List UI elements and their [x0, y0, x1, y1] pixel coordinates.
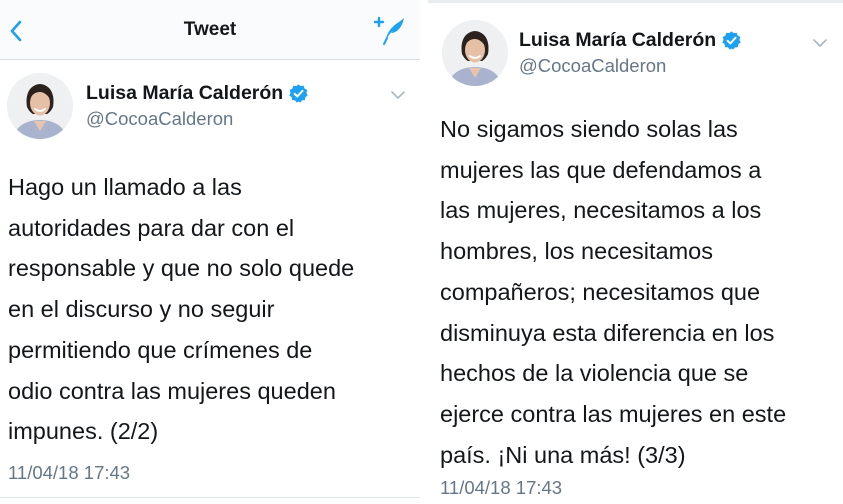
- profile-photo: [7, 73, 73, 139]
- page-title: Tweet: [183, 19, 237, 40]
- tweet-text-line: disminuya esta diferencia en los: [440, 319, 775, 346]
- top-navigation-bar: Tweet: [0, 0, 420, 60]
- chevron-down-icon[interactable]: [390, 90, 406, 100]
- tweet-text-line: Hago un llamado a las: [8, 174, 242, 200]
- tweet-text-line: impunes. (2/2): [8, 418, 159, 445]
- profile-photo: [442, 20, 508, 86]
- tweet-text-line: hechos de la violencia que se: [440, 360, 749, 387]
- tweet-text-line: permitiendo que crímenes de: [8, 336, 313, 363]
- divider: [428, 0, 843, 3]
- chevron-down-icon[interactable]: [812, 38, 828, 48]
- tweet-text-line: país. ¡Ni una más! (3/3): [440, 441, 686, 468]
- tweet-text-line: responsable y que no solo quede: [8, 255, 355, 282]
- author-handle[interactable]: @CocoaCalderon: [519, 55, 666, 77]
- compose-tweet-button[interactable]: [372, 14, 406, 46]
- tweet-text-line: mujeres las que defendamos a: [440, 156, 762, 183]
- author-handle[interactable]: @CocoaCalderon: [86, 108, 233, 130]
- compose-tweet-icon: [373, 16, 404, 45]
- tweet-timestamp[interactable]: 11/04/18 17:43: [440, 477, 562, 499]
- verified-badge-icon: [289, 84, 308, 103]
- avatar[interactable]: [442, 20, 508, 86]
- tweet-text-line: en el discurso y no seguir: [8, 296, 275, 323]
- tweet-text-line: No sigamos siendo solas las: [440, 116, 738, 142]
- panel-divider: [420, 0, 428, 504]
- tweet-panel-right: Luisa María Calderón @CocoaCalderon No s…: [428, 0, 843, 504]
- tweet-text: Hago un llamado a las autoridades para d…: [8, 167, 416, 452]
- verified-badge-icon: [722, 31, 741, 50]
- author-name: Luisa María Calderón: [519, 29, 717, 51]
- divider: [0, 497, 420, 498]
- tweet-timestamp[interactable]: 11/04/18 17:43: [8, 462, 130, 484]
- tweet-text-line: autoridades para dar con el: [8, 214, 295, 241]
- author-name-row[interactable]: Luisa María Calderón: [519, 29, 742, 52]
- tweet-panel-left: Tweet Luisa María Calderón @CocoaCaldero…: [0, 0, 420, 504]
- tweet-text-line: odio contra las mujeres queden: [8, 377, 336, 404]
- avatar[interactable]: [7, 73, 73, 139]
- tweet-text-line: ejerce contra las mujeres en este: [440, 400, 787, 427]
- tweet-text: No sigamos siendo solas las mujeres las …: [440, 109, 840, 475]
- tweet-text-line: las mujeres, necesitamos a los: [440, 197, 762, 224]
- author-name-row[interactable]: Luisa María Calderón: [86, 82, 309, 105]
- tweet-text-line: compañeros; necesitamos que: [440, 278, 761, 305]
- tweet-text-line: hombres, los necesitamos: [440, 238, 713, 265]
- author-name: Luisa María Calderón: [86, 82, 284, 104]
